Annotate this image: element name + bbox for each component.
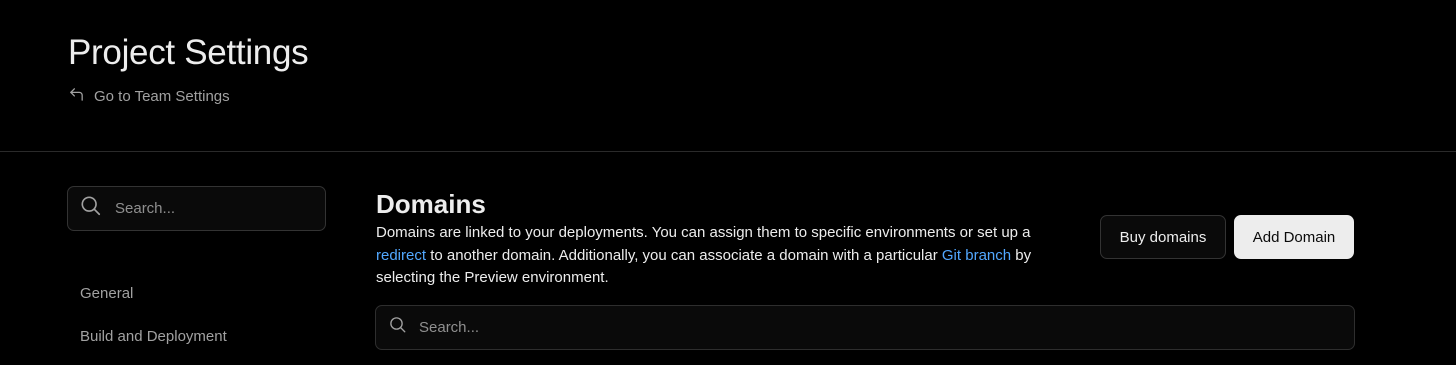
domains-search[interactable] bbox=[375, 305, 1355, 350]
page-title: Project Settings bbox=[68, 33, 309, 72]
arrow-back-icon bbox=[68, 86, 85, 107]
buy-domains-button[interactable]: Buy domains bbox=[1100, 215, 1226, 259]
domains-search-input[interactable] bbox=[419, 319, 1354, 336]
domains-description: Domains are linked to your deployments. … bbox=[376, 222, 1076, 290]
sidebar-item-build-and-deployment[interactable]: Build and Deployment bbox=[80, 327, 227, 365]
sidebar-nav: General Build and Deployment bbox=[80, 284, 227, 365]
sidebar-search-input[interactable] bbox=[115, 200, 325, 217]
git-branch-link[interactable]: Git branch bbox=[942, 247, 1011, 264]
sidebar-search[interactable] bbox=[67, 186, 326, 231]
search-icon bbox=[80, 195, 102, 222]
page-header: Project Settings Go to Team Settings bbox=[0, 0, 1456, 152]
description-text: to another domain. Additionally, you can… bbox=[426, 246, 942, 264]
project-settings-page: Project Settings Go to Team Settings Gen… bbox=[0, 0, 1456, 365]
redirect-link[interactable]: redirect bbox=[376, 247, 426, 264]
go-to-team-settings-link[interactable]: Go to Team Settings bbox=[68, 86, 230, 107]
add-domain-button[interactable]: Add Domain bbox=[1234, 215, 1354, 259]
sidebar-item-general[interactable]: General bbox=[80, 284, 227, 327]
description-text: Domains are linked to your deployments. … bbox=[376, 224, 1031, 241]
back-link-label: Go to Team Settings bbox=[94, 88, 230, 105]
section-title: Domains bbox=[376, 189, 486, 219]
search-icon bbox=[389, 316, 407, 339]
